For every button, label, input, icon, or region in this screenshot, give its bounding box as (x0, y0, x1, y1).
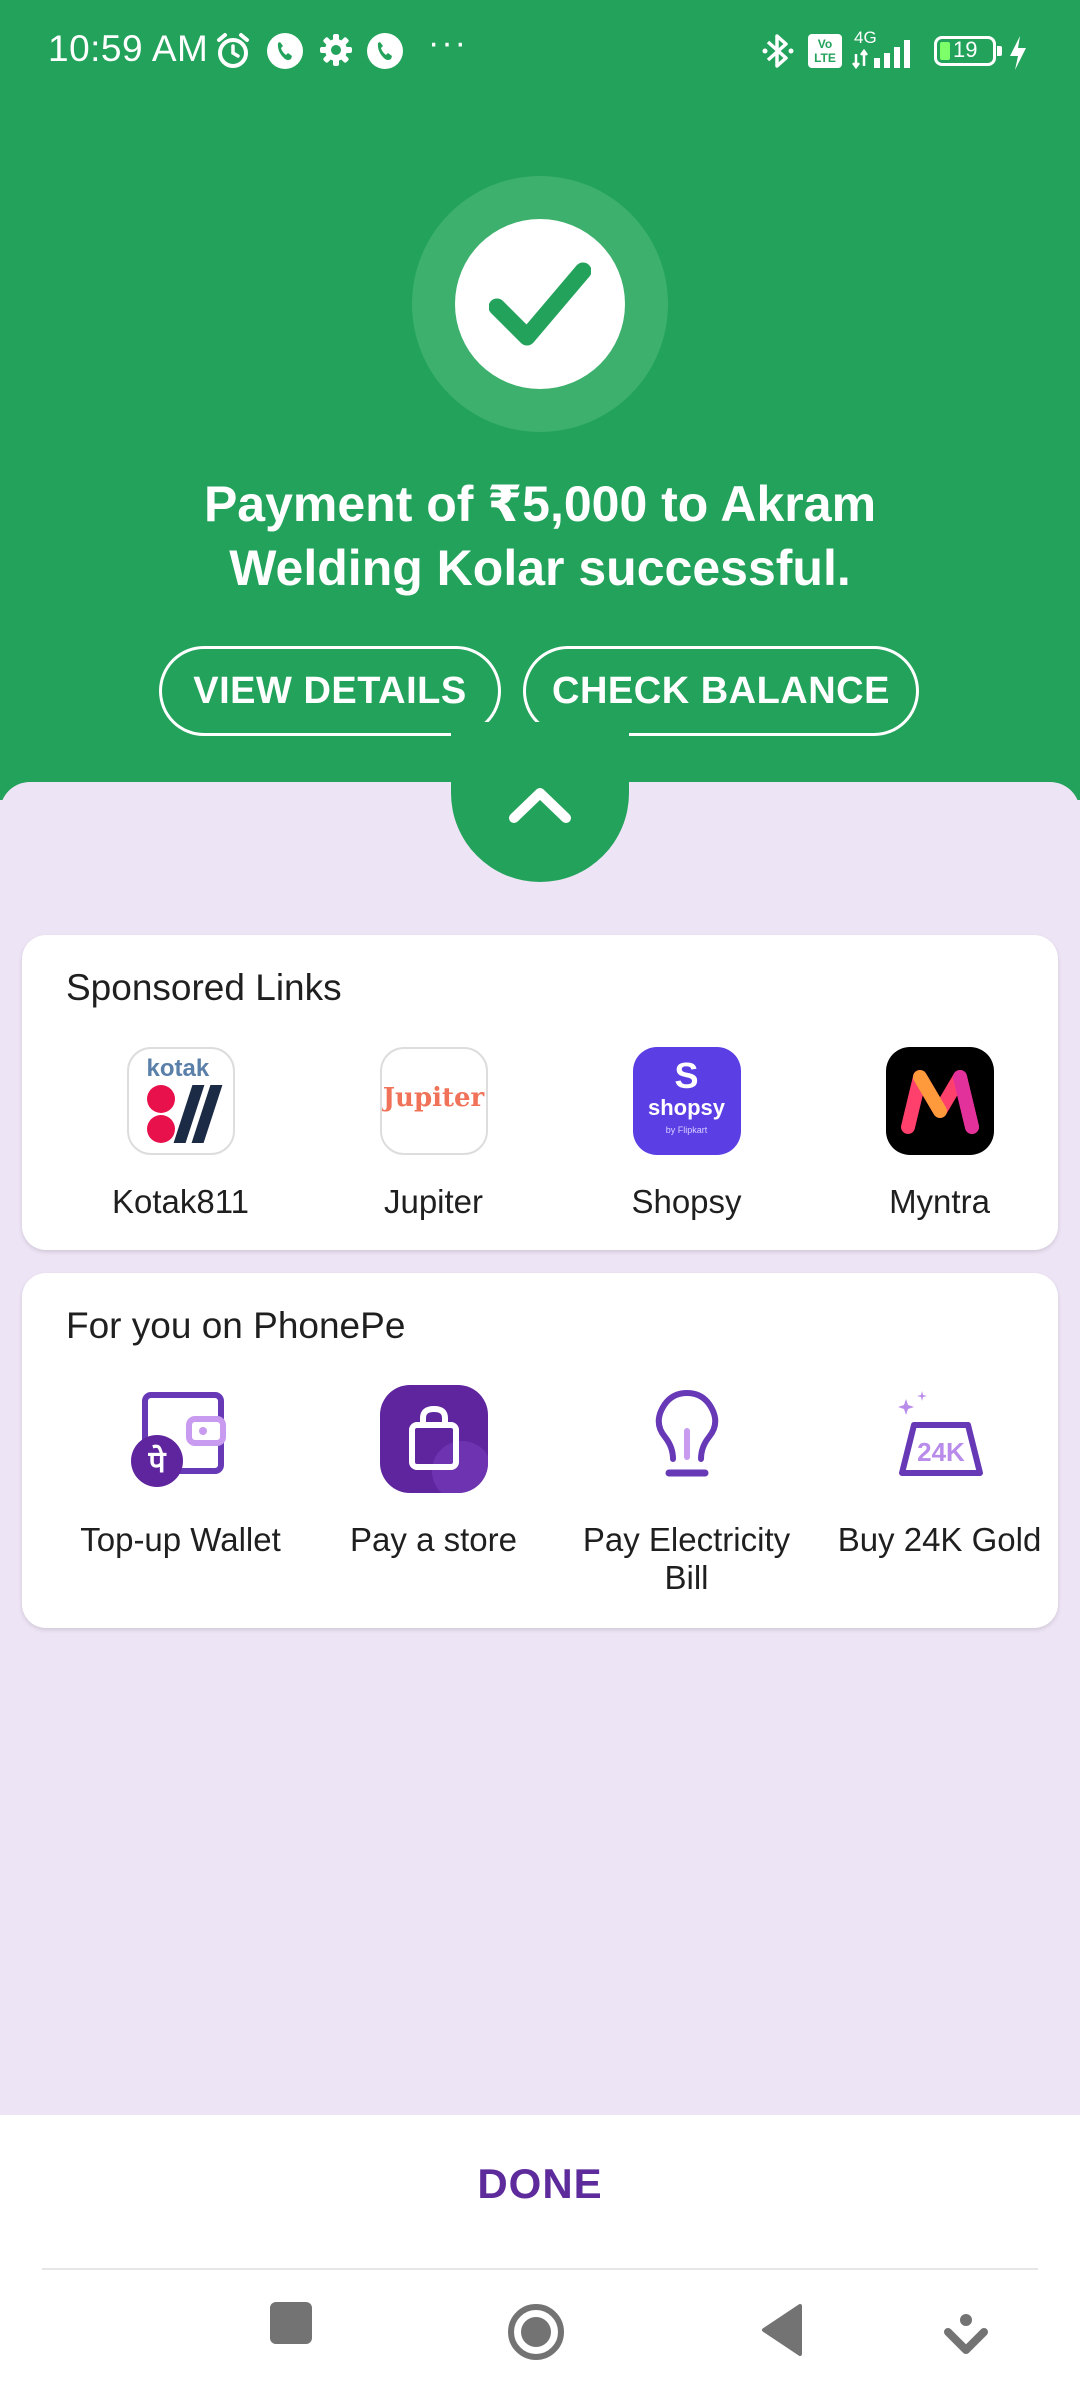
more-notifications: ··· (428, 24, 468, 62)
shopsy-logo-sub: by Flipkart (665, 1125, 708, 1135)
kotak-logo: kotak (126, 1047, 235, 1155)
sponsored-label: Jupiter (383, 1183, 484, 1220)
settings-icon (320, 34, 352, 66)
for-you-title: For you on PhonePe (66, 1305, 406, 1346)
message-line-1: Payment of ₹5,000 to Akram (203, 476, 877, 532)
for-you-label-line2: Bill (664, 1559, 709, 1596)
for-you-label: Pay a store (350, 1521, 517, 1558)
for-you-label: Pay Electricity (582, 1521, 791, 1558)
gold-badge-text: 24K (917, 1437, 965, 1467)
call-icon-2 (367, 33, 403, 69)
wallet-icon: पे (127, 1385, 235, 1493)
battery-level: 19 (953, 37, 978, 62)
shopsy-logo-text: shopsy (647, 1095, 726, 1120)
call-icon (267, 33, 303, 69)
sponsored-item-shopsy[interactable]: S shopsy by Flipkart Shopsy (560, 1047, 813, 1221)
sponsored-links-card: Sponsored Links kotak Kotak811 Jupiter J… (22, 935, 1058, 1250)
chevron-up-icon (509, 788, 571, 823)
message-line-2: Welding Kolar successful. (229, 540, 851, 596)
alarm-icon (217, 33, 249, 68)
recent-apps-icon[interactable] (268, 2300, 314, 2346)
myntra-logo-mark (900, 1070, 979, 1134)
bulb-icon (633, 1385, 741, 1493)
shopsy-logo-mark: S (674, 1055, 699, 1096)
view-details-button[interactable]: VIEW DETAILS (159, 646, 501, 736)
svg-text:पे: पे (147, 1444, 166, 1480)
sponsored-label: Myntra (889, 1183, 990, 1220)
pay-a-store-item[interactable]: Pay a store (307, 1385, 560, 1559)
for-you-card: For you on PhonePe पे Top-up Wallet Pay … (22, 1273, 1058, 1628)
bluetooth-icon (762, 34, 794, 68)
sponsored-item-jupiter[interactable]: Jupiter Jupiter (307, 1047, 560, 1221)
payment-success-message: Payment of ₹5,000 to Akram Welding Kolar… (120, 472, 960, 600)
battery-icon: 19 (934, 36, 1002, 66)
status-time: 10:59 AM (48, 28, 209, 69)
buy-24k-gold-item[interactable]: 24K Buy 24K Gold (813, 1385, 1066, 1559)
gold-bar-icon: 24K (886, 1385, 994, 1493)
sponsored-links-title: Sponsored Links (66, 967, 342, 1008)
success-check-icon (455, 219, 625, 389)
sponsored-item-myntra[interactable]: Myntra (813, 1047, 1066, 1221)
top-up-wallet-item[interactable]: पे Top-up Wallet (54, 1385, 307, 1559)
divider (42, 2268, 1038, 2270)
sponsored-label: Kotak811 (112, 1183, 249, 1220)
pay-electricity-bill-item[interactable]: Pay Electricity Bill (560, 1385, 813, 1597)
back-icon[interactable] (760, 2304, 804, 2356)
assistant-down-icon[interactable] (944, 2312, 988, 2356)
signal-icon (852, 40, 910, 70)
home-icon[interactable] (506, 2302, 566, 2362)
kotak-logo-text: kotak (146, 1055, 210, 1082)
shopsy-logo: S shopsy by Flipkart (632, 1047, 741, 1155)
myntra-logo (885, 1047, 994, 1155)
for-you-label: Buy 24K Gold (837, 1521, 1042, 1558)
status-bar: 10:59 AM ··· Vo LTE 4G 19 (0, 0, 1080, 110)
jupiter-logo: Jupiter (379, 1047, 488, 1155)
sponsored-label: Shopsy (631, 1183, 742, 1220)
sponsored-item-kotak811[interactable]: kotak Kotak811 (54, 1047, 307, 1221)
done-button[interactable]: DONE (0, 2160, 1080, 2208)
for-you-label: Top-up Wallet (80, 1521, 281, 1558)
charging-icon (1010, 36, 1026, 70)
volte-badge: Vo LTE (808, 34, 842, 68)
shopping-bag-icon (379, 1385, 488, 1493)
jupiter-logo-text: Jupiter (382, 1083, 485, 1113)
